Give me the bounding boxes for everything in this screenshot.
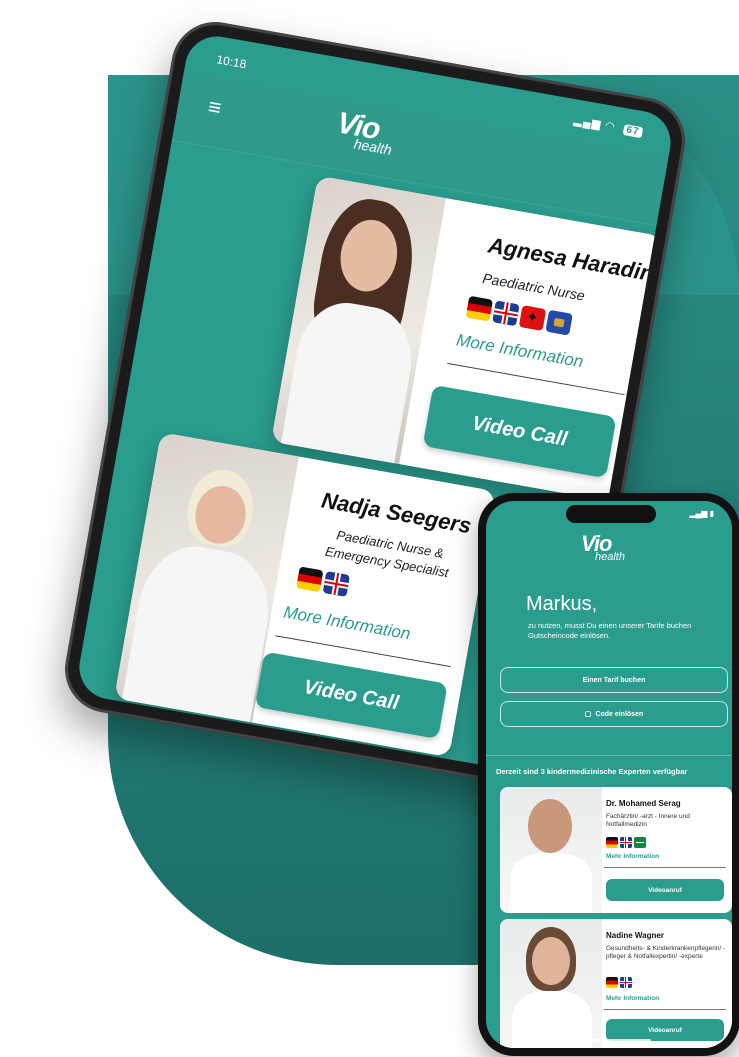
wifi-icon: ◠ (604, 119, 617, 134)
flag-germany-icon (296, 566, 324, 593)
doctor-card: Agnesa Haradinaj Paediatric Nurse More I… (271, 175, 663, 503)
book-tariff-button[interactable]: Einen Tarif buchen (500, 667, 728, 693)
signal-icon: ▂▄▆ (572, 114, 603, 131)
video-call-button[interactable]: Videoanruf (606, 1019, 724, 1041)
photo-face (528, 799, 572, 853)
more-information-link[interactable]: Mehr Information (606, 853, 659, 860)
language-flags (465, 295, 573, 336)
video-call-button[interactable]: Video Call (254, 651, 448, 740)
doctor-card: Dr. Mohamed Serag Fachärztin/ -arzt - In… (500, 787, 732, 913)
redeem-code-label: Code einlösen (595, 710, 644, 718)
flag-saudi-arabia-icon (634, 837, 646, 848)
flag-uk-icon (620, 977, 632, 988)
doctor-photo (500, 919, 602, 1048)
vio-health-logo: Vio health (333, 106, 398, 157)
card-divider (447, 362, 625, 396)
status-time: 10:18 (215, 52, 248, 72)
status-icons: ▂▄▆ ◠ 67 (572, 113, 644, 139)
home-indicator[interactable] (571, 1039, 651, 1042)
dynamic-island (566, 505, 656, 523)
doctor-card: Nadja Seegers Paediatric Nurse & Emergen… (114, 432, 496, 758)
phone-device: ▂▄▆ ▮ Vio health Markus, zu nutzen, muss… (478, 493, 739, 1056)
section-divider (486, 755, 732, 756)
more-information-link[interactable]: More Information (282, 602, 412, 644)
video-call-button[interactable]: Video Call (422, 384, 617, 479)
doctor-role: Paediatric Nurse (481, 269, 587, 304)
greeting: Markus, (526, 593, 598, 615)
doctor-name: Dr. Mohamed Serag (606, 799, 681, 808)
flag-uk-icon (492, 300, 520, 327)
logo-sub: health (595, 551, 625, 563)
logo-sub: health (352, 135, 394, 158)
flag-albania-icon (518, 305, 547, 331)
flag-germany-icon (606, 977, 618, 988)
battery-icon: 67 (622, 124, 644, 139)
doctor-role: Fachärztin/ -arzt - Innere und Notfallme… (606, 813, 690, 828)
status-icons: ▂▄▆ ▮ (689, 509, 714, 518)
bookmark-icon: ▢ (584, 711, 592, 718)
language-flags (606, 837, 646, 848)
available-experts-text: Derzeit sind 3 kindermedizinische Expert… (496, 767, 688, 776)
photo-face (532, 937, 570, 985)
flag-kosovo-icon (545, 309, 573, 336)
doctor-photo (500, 787, 602, 913)
phone-screen: ▂▄▆ ▮ Vio health Markus, zu nutzen, muss… (486, 501, 732, 1048)
card-divider (604, 1009, 726, 1010)
doctor-role: Gesundheits- & Kinderkrankenpflegerin/ -… (606, 945, 726, 960)
intro-text: zu nutzen, musst Du einen unserer Tarife… (528, 621, 692, 640)
doctor-photo (271, 175, 446, 465)
redeem-code-button[interactable]: ▢ Code einlösen (500, 701, 728, 727)
book-tariff-label: Einen Tarif buchen (582, 676, 646, 684)
doctor-name: Nadine Wagner (606, 931, 664, 940)
vio-health-logo: Vio health (581, 531, 625, 563)
flag-germany-icon (606, 837, 618, 848)
more-information-link[interactable]: More Information (455, 330, 585, 372)
language-flags (296, 566, 351, 597)
doctor-card: Nadine Wagner Gesundheits- & Kinderkrank… (500, 919, 732, 1048)
photo-shirt (120, 538, 279, 729)
card-divider (604, 867, 726, 868)
flag-uk-icon (620, 837, 632, 848)
flag-uk-icon (322, 571, 351, 597)
photo-shirt (510, 853, 592, 913)
flag-germany-icon (465, 295, 494, 322)
language-flags (606, 977, 632, 988)
video-call-button[interactable]: Videoanruf (606, 879, 724, 901)
menu-icon[interactable]: ≡ (206, 94, 223, 121)
more-information-link[interactable]: Mehr Information (606, 995, 659, 1002)
